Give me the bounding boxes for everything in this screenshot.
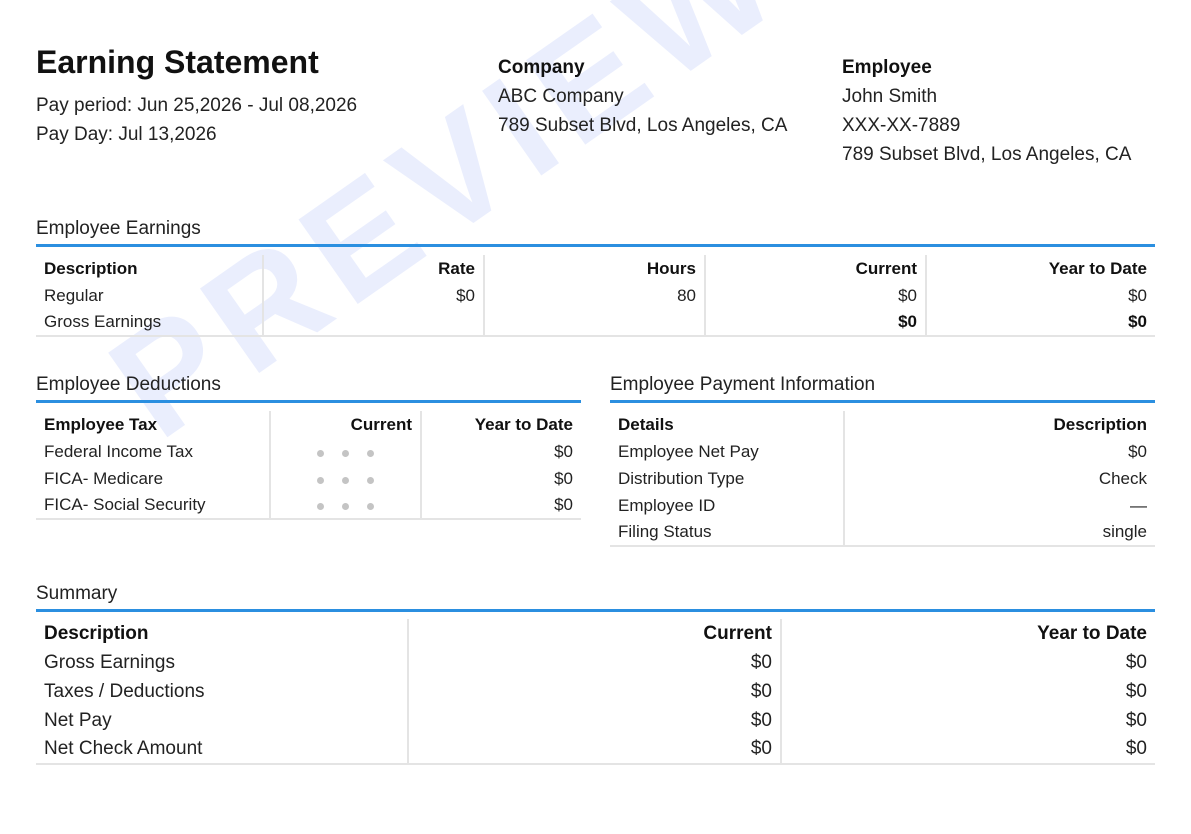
deductions-col-tax: Employee Tax — [44, 414, 158, 434]
payment-cell: Employee Net Pay — [618, 441, 759, 461]
pay-day: Pay Day: Jul 13,2026 — [36, 124, 217, 145]
earnings-cell: $0 — [925, 309, 1155, 336]
earnings-cell: $0 — [704, 282, 926, 309]
earnings-cell — [483, 309, 705, 336]
deductions-col-current: Current — [269, 411, 421, 438]
earnings-cell: Gross Earnings — [44, 312, 162, 331]
table-row: Filing Status single — [610, 519, 1155, 546]
earnings-col-hours: Hours — [483, 255, 705, 282]
payment-col-description: Description — [843, 411, 1155, 438]
table-row: Net Pay $0 $0 — [36, 706, 1155, 735]
summary-section-label: Summary — [36, 583, 118, 604]
earnings-table: Description Rate Hours Current Year to D… — [36, 255, 1155, 337]
company-name: ABC Company — [498, 86, 624, 107]
table-row: Distribution Type Check — [610, 465, 1155, 492]
table-row: Federal Income Tax $0 — [36, 438, 581, 465]
summary-cell: $0 — [407, 648, 781, 677]
deductions-cell: $0 — [420, 465, 581, 492]
employee-address: 789 Subset Blvd, Los Angeles, CA — [842, 144, 1132, 165]
earnings-cell: $0 — [704, 309, 926, 336]
table-row: Gross Earnings $0 $0 — [36, 648, 1155, 677]
summary-cell: $0 — [407, 677, 781, 706]
deductions-cell: FICA- Medicare — [44, 468, 164, 488]
summary-cell: $0 — [407, 735, 781, 764]
summary-rule — [36, 609, 1155, 612]
deductions-col-ytd: Year to Date — [420, 411, 581, 438]
table-row: FICA- Medicare $0 — [36, 465, 581, 492]
table-row: Net Check Amount $0 $0 — [36, 735, 1155, 764]
summary-cell: $0 — [780, 648, 1155, 677]
earnings-header-row: Description Rate Hours Current Year to D… — [36, 255, 1155, 282]
summary-cell: $0 — [780, 677, 1155, 706]
table-row: Employee Net Pay $0 — [610, 438, 1155, 465]
earnings-cell — [262, 309, 484, 336]
summary-cell: Net Check Amount — [44, 738, 203, 759]
earnings-section-label: Employee Earnings — [36, 218, 201, 239]
payment-cell: single — [843, 519, 1155, 546]
payment-cell: Check — [843, 465, 1155, 492]
table-row: Regular $0 80 $0 $0 — [36, 282, 1155, 309]
payment-cell: Filing Status — [618, 522, 712, 541]
employee-heading: Employee — [842, 57, 932, 78]
summary-table: Description Current Year to Date Gross E… — [36, 619, 1155, 765]
summary-col-ytd: Year to Date — [780, 619, 1155, 648]
redacted-value — [269, 465, 421, 492]
summary-cell: $0 — [780, 706, 1155, 735]
earnings-col-rate: Rate — [262, 255, 484, 282]
earnings-col-ytd: Year to Date — [925, 255, 1155, 282]
table-row: Taxes / Deductions $0 $0 — [36, 677, 1155, 706]
deductions-cell: FICA- Social Security — [44, 495, 206, 514]
deductions-header-row: Employee Tax Current Year to Date — [36, 411, 581, 438]
employee-name: John Smith — [842, 86, 938, 107]
deductions-table: Employee Tax Current Year to Date Federa… — [36, 411, 581, 520]
payment-section-label: Employee Payment Information — [610, 374, 876, 395]
earnings-cell: $0 — [262, 282, 484, 309]
earnings-col-current: Current — [704, 255, 926, 282]
earnings-rule — [36, 244, 1155, 247]
company-heading: Company — [498, 57, 585, 78]
company-block: Company ABC Company 789 Subset Blvd, Los… — [498, 53, 787, 140]
earnings-cell: $0 — [925, 282, 1155, 309]
summary-header-row: Description Current Year to Date — [36, 619, 1155, 648]
page-title: Earning Statement — [36, 44, 319, 80]
earnings-cell: Regular — [44, 285, 104, 305]
deductions-cell: $0 — [420, 438, 581, 465]
earnings-col-description: Description — [44, 258, 138, 278]
redacted-value — [269, 492, 421, 519]
earnings-cell: 80 — [483, 282, 705, 309]
payment-table: Details Description Employee Net Pay $0 … — [610, 411, 1155, 547]
summary-col-current: Current — [407, 619, 781, 648]
deductions-cell: Federal Income Tax — [44, 441, 193, 461]
payment-cell: $0 — [843, 438, 1155, 465]
table-row: Employee ID — — [610, 492, 1155, 519]
summary-cell: Taxes / Deductions — [44, 680, 205, 702]
table-row: FICA- Social Security $0 — [36, 492, 581, 519]
payment-cell: Employee ID — [618, 495, 716, 515]
summary-cell: $0 — [407, 706, 781, 735]
employee-block: Employee John Smith XXX-XX-7889 789 Subs… — [842, 53, 1131, 169]
summary-cell: Net Pay — [44, 709, 112, 731]
employee-ssn: XXX-XX-7889 — [842, 115, 961, 136]
payment-col-details: Details — [618, 414, 674, 434]
summary-col-description: Description — [44, 622, 149, 644]
deductions-rule — [36, 400, 581, 403]
pay-period: Pay period: Jun 25,2026 - Jul 08,2026 — [36, 95, 358, 116]
payment-header-row: Details Description — [610, 411, 1155, 438]
deductions-cell: $0 — [420, 492, 581, 519]
company-address: 789 Subset Blvd, Los Angeles, CA — [498, 115, 788, 136]
summary-cell: $0 — [780, 735, 1155, 764]
payment-rule — [610, 400, 1155, 403]
deductions-section-label: Employee Deductions — [36, 374, 221, 395]
redacted-value — [269, 438, 421, 465]
table-row: Gross Earnings $0 $0 — [36, 309, 1155, 336]
payment-cell: Distribution Type — [618, 468, 745, 488]
summary-cell: Gross Earnings — [44, 651, 175, 673]
payment-cell: — — [843, 492, 1155, 519]
